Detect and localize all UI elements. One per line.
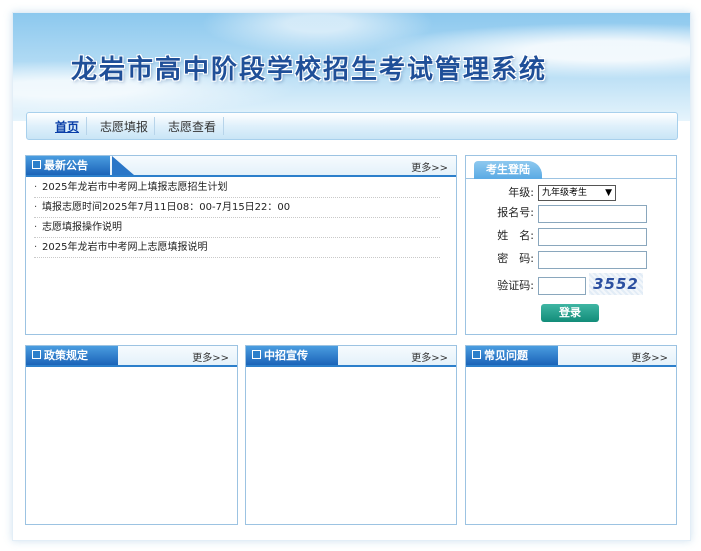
grade-select-value: 九年级考生 [542, 188, 588, 198]
grade-label: 年级: [508, 186, 534, 199]
nav-home[interactable]: 首页 [47, 118, 87, 136]
chevron-down-icon: ▼ [605, 188, 612, 198]
list-item[interactable]: · 志愿填报操作说明 [34, 218, 440, 238]
login-button[interactable]: 登录 [541, 304, 599, 322]
announcements-title: 最新公告 [44, 159, 88, 172]
policy-panel: 政策规定 更多>> [25, 345, 238, 525]
nav-divider [86, 117, 87, 135]
name-input[interactable] [538, 228, 647, 246]
square-bullet-icon [252, 350, 261, 359]
square-bullet-icon [32, 160, 41, 169]
square-bullet-icon [472, 350, 481, 359]
faq-title: 常见问题 [484, 349, 528, 362]
nav-bar: 首页 志愿填报 志愿查看 [26, 112, 678, 140]
faq-panel: 常见问题 更多>> [465, 345, 677, 525]
grade-select[interactable]: 九年级考生 ▼ [538, 185, 616, 201]
promo-title: 中招宣传 [264, 349, 308, 362]
news-item-text[interactable]: 2025年龙岩市中考网上填报志愿招生计划 [42, 182, 227, 193]
promo-header: 中招宣传 更多>> [246, 346, 456, 367]
promo-panel: 中招宣传 更多>> [245, 345, 457, 525]
grade-row: 年级: [466, 183, 534, 203]
password-label: 密 码: [497, 252, 534, 265]
captcha-row: 验证码: [466, 276, 534, 296]
nav-volunteer-view[interactable]: 志愿查看 [160, 118, 224, 136]
name-row: 姓 名: [466, 226, 534, 246]
nav-divider [223, 117, 224, 135]
faq-header: 常见问题 更多>> [466, 346, 676, 367]
policy-more-link[interactable]: 更多>> [192, 349, 229, 364]
announcements-more-link[interactable]: 更多>> [411, 159, 448, 174]
bullet-icon: · [34, 182, 38, 193]
regno-input[interactable] [538, 205, 647, 223]
news-item-text[interactable]: 填报志愿时间2025年7月11日08：00-7月15日22：00 [42, 202, 290, 213]
captcha-image[interactable]: 3552 [589, 273, 643, 295]
password-row: 密 码: [466, 249, 534, 269]
policy-tab: 政策规定 [26, 346, 118, 365]
site-title: 龙岩市高中阶段学校招生考试管理系统 [71, 55, 548, 85]
tab-corner [112, 156, 134, 175]
promo-tab: 中招宣传 [246, 346, 338, 365]
login-tab: 考生登陆 [474, 161, 542, 179]
policy-header: 政策规定 更多>> [26, 346, 237, 367]
bullet-icon: · [34, 222, 38, 233]
news-item-text[interactable]: 2025年龙岩市中考网上志愿填报说明 [42, 242, 207, 253]
announcements-header: 最新公告 更多>> [26, 156, 456, 177]
name-label: 姓 名: [497, 229, 534, 242]
policy-title: 政策规定 [44, 349, 88, 362]
list-item[interactable]: · 2025年龙岩市中考网上志愿填报说明 [34, 238, 440, 258]
announcements-list: · 2025年龙岩市中考网上填报志愿招生计划 · 填报志愿时间2025年7月11日0… [34, 178, 440, 258]
announcements-panel: 最新公告 更多>> · 2025年龙岩市中考网上填报志愿招生计划 · 填报志愿时间2… [25, 155, 457, 335]
list-item[interactable]: · 填报志愿时间2025年7月11日08：00-7月15日22：00 [34, 198, 440, 218]
faq-tab: 常见问题 [466, 346, 558, 365]
square-bullet-icon [32, 350, 41, 359]
login-panel: 考生登陆 年级: 九年级考生 ▼ 报名号: 姓 名: 密 码: 验证码: 3552… [465, 155, 677, 335]
faq-more-link[interactable]: 更多>> [631, 349, 668, 364]
news-item-text[interactable]: 志愿填报操作说明 [42, 222, 122, 233]
announcements-tab: 最新公告 [26, 156, 110, 175]
nav-divider [154, 117, 155, 135]
captcha-input[interactable] [538, 277, 586, 295]
login-header: 考生登陆 [466, 156, 676, 179]
bullet-icon: · [34, 242, 38, 253]
bullet-icon: · [34, 202, 38, 213]
promo-more-link[interactable]: 更多>> [411, 349, 448, 364]
regno-row: 报名号: [466, 203, 534, 223]
page-frame: 龙岩市高中阶段学校招生考试管理系统 首页 志愿填报 志愿查看 最新公告 更多>>… [12, 12, 691, 541]
captcha-label: 验证码: [497, 279, 534, 292]
list-item[interactable]: · 2025年龙岩市中考网上填报志愿招生计划 [34, 178, 440, 198]
header-banner: 龙岩市高中阶段学校招生考试管理系统 [13, 13, 690, 121]
nav-volunteer-fill[interactable]: 志愿填报 [92, 118, 156, 136]
regno-label: 报名号: [497, 206, 534, 219]
password-input[interactable] [538, 251, 647, 269]
